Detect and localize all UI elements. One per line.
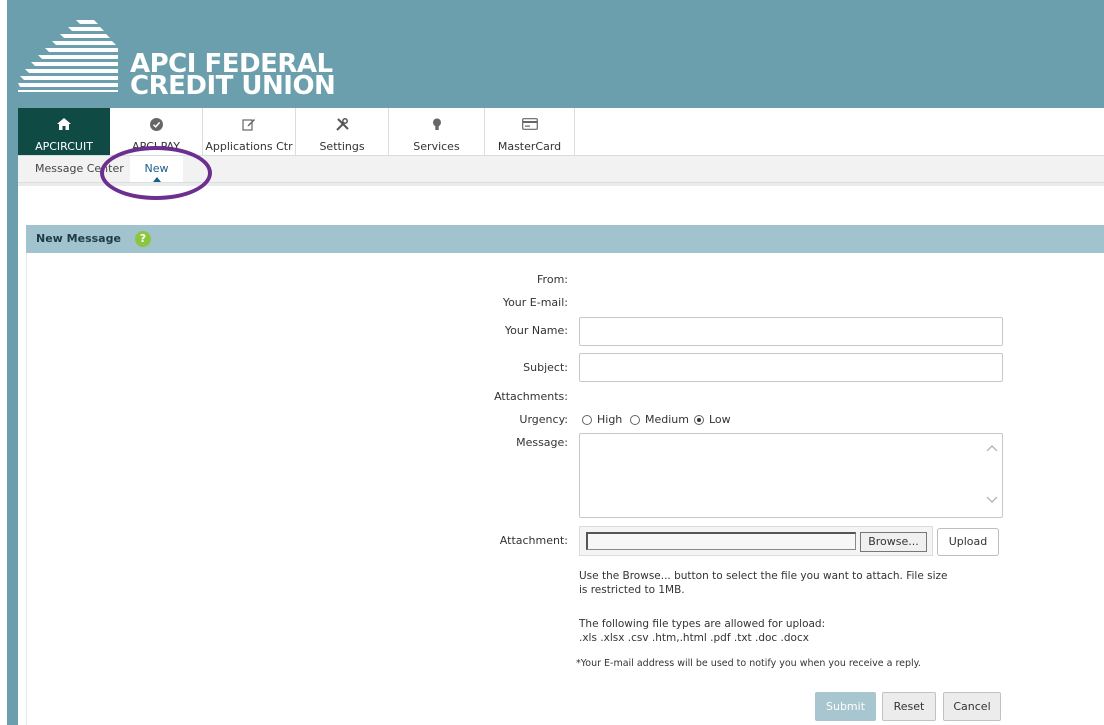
- file-types-line-1: The following file types are allowed for…: [579, 618, 826, 630]
- annotation-circle: [100, 146, 212, 200]
- nav-label-apcircuit: APCIRCUIT: [35, 140, 93, 153]
- nav-item-mastercard[interactable]: MasterCard: [485, 108, 575, 155]
- email-label: Your E-mail:: [502, 296, 568, 309]
- file-help-text: Use the Browse... button to select the f…: [579, 569, 948, 597]
- submit-button[interactable]: Submit: [815, 692, 876, 721]
- message-label: Message:: [516, 436, 568, 449]
- brand-name: APCI FEDERAL CREDIT UNION: [130, 51, 336, 101]
- from-label: From:: [537, 273, 568, 286]
- urgency-high-radio[interactable]: High: [582, 413, 622, 426]
- subject-field[interactable]: [579, 353, 1003, 382]
- urgency-medium-label: Medium: [645, 413, 689, 426]
- radio-unchecked-icon: [630, 415, 640, 425]
- email-notice: *Your E-mail address will be used to not…: [576, 658, 921, 669]
- upload-button[interactable]: Upload: [937, 528, 999, 556]
- browse-button[interactable]: Browse...: [860, 532, 927, 552]
- name-label: Your Name:: [504, 324, 568, 337]
- subject-label: Subject:: [523, 361, 568, 374]
- panel-title: New Message: [36, 232, 121, 245]
- name-field[interactable]: [579, 317, 1003, 346]
- radio-checked-icon: [694, 415, 704, 425]
- file-path-input[interactable]: [586, 532, 856, 550]
- home-icon: [18, 108, 110, 140]
- panel-header: New Message ?: [26, 225, 1104, 253]
- brand-line-2: CREDIT UNION: [130, 71, 336, 101]
- scroll-down-icon[interactable]: [986, 496, 998, 507]
- lightbulb-icon: [389, 108, 484, 140]
- edit-icon: [203, 108, 295, 140]
- nav-label-settings: Settings: [319, 140, 365, 153]
- urgency-medium-radio[interactable]: Medium: [630, 413, 689, 426]
- file-picker: Browse...: [579, 526, 933, 556]
- cancel-button[interactable]: Cancel: [943, 692, 1001, 721]
- scroll-up-icon[interactable]: [986, 444, 998, 455]
- credit-card-icon: [485, 108, 574, 140]
- urgency-label: Urgency:: [519, 413, 568, 426]
- urgency-low-radio[interactable]: Low: [694, 413, 731, 426]
- attachment-label: Attachment:: [499, 534, 568, 547]
- file-help-line-2: is restricted to 1MB.: [579, 584, 685, 596]
- file-types-line-2: .xls .xlsx .csv .htm,.html .pdf .txt .do…: [579, 632, 809, 644]
- tools-icon: [296, 108, 388, 140]
- urgency-low-label: Low: [709, 413, 731, 426]
- nav-item-services[interactable]: Services: [389, 108, 485, 155]
- radio-unchecked-icon: [582, 415, 592, 425]
- logo-stripes-icon: [18, 20, 118, 92]
- nav-label-mastercard: MasterCard: [497, 140, 562, 153]
- file-types-text: The following file types are allowed for…: [579, 617, 825, 645]
- file-help-line-1: Use the Browse... button to select the f…: [579, 570, 948, 582]
- attachments-label: Attachments:: [494, 390, 568, 403]
- nav-item-apcircuit[interactable]: APCIRCUIT: [18, 108, 110, 155]
- brand-logo[interactable]: APCI FEDERAL CREDIT UNION: [18, 20, 348, 101]
- message-textarea[interactable]: [579, 433, 1003, 518]
- nav-label-services: Services: [413, 140, 460, 153]
- check-circle-icon: [110, 108, 202, 140]
- nav-label-applications-ctr: Applications Ctr: [205, 140, 293, 153]
- urgency-high-label: High: [597, 413, 623, 426]
- help-icon[interactable]: ?: [135, 231, 151, 247]
- nav-item-applications-ctr[interactable]: Applications Ctr: [203, 108, 296, 155]
- page-left-bar: [7, 0, 18, 725]
- reset-button[interactable]: Reset: [882, 692, 936, 721]
- nav-item-settings[interactable]: Settings: [296, 108, 389, 155]
